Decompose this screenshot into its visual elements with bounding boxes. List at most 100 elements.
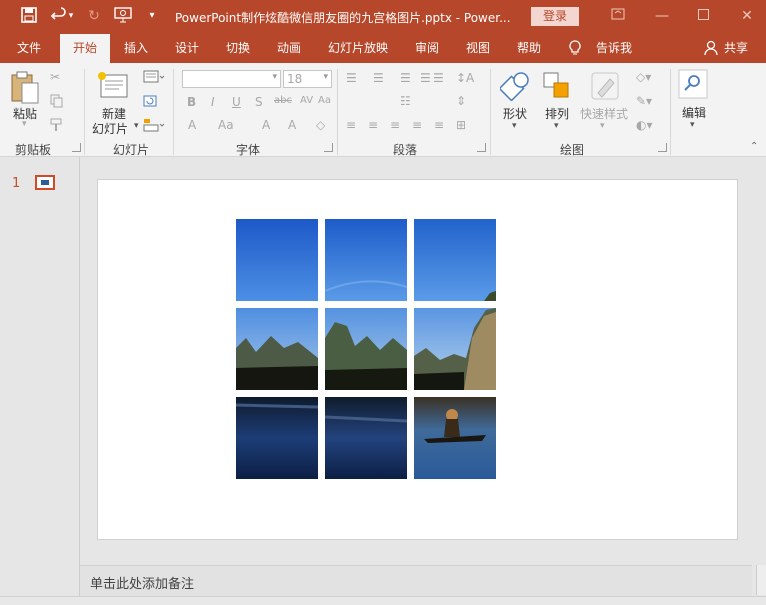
font-color-icon[interactable]: A [188,118,196,132]
arrange-dropdown-icon[interactable]: ▾ [554,121,559,131]
editing-dropdown-icon[interactable]: ▾ [690,120,695,130]
quick-styles-label[interactable]: 快速样式 [580,105,628,122]
shapes-label[interactable]: 形状 [503,105,527,122]
group-divider [670,69,671,155]
increase-indent-icon[interactable]: ☰ [420,71,431,85]
bullets-icon[interactable]: ☰ [346,71,357,85]
section-icon[interactable] [143,118,165,135]
text-shadow-icon[interactable]: S [255,95,263,109]
tab-design[interactable]: 设计 [175,34,199,63]
tab-home[interactable]: 开始 [60,34,111,63]
character-spacing-icon[interactable]: AV [300,95,313,106]
new-slide-icon[interactable] [97,71,129,102]
align-right-icon[interactable]: ≡ [390,118,400,132]
minimize-icon[interactable]: — [652,7,672,25]
grid-image-tile[interactable] [236,219,318,301]
eraser-icon[interactable]: ◇ [316,118,325,132]
tab-file[interactable]: 文件 [17,34,41,63]
thumbnail-image [41,180,49,185]
layout-icon[interactable] [143,70,165,87]
tab-view[interactable]: 视图 [466,34,490,63]
grid-image-tile[interactable] [414,397,496,479]
document-title: PowerPoint制作炫酷微信朋友圈的九宫格图片.pptx - Power..… [175,11,511,25]
quick-styles-dropdown-icon[interactable]: ▾ [600,121,605,131]
strikethrough-icon[interactable]: abc [274,95,292,106]
tab-insert[interactable]: 插入 [124,34,148,63]
ribbon-display-options-icon[interactable] [608,7,628,25]
decrease-font-icon[interactable]: A [262,118,270,132]
font-size-combo[interactable]: 18 ▾ [283,70,332,88]
pane-divider[interactable] [79,157,80,604]
editing-label[interactable]: 编辑 [682,104,706,121]
tab-help[interactable]: 帮助 [517,34,541,63]
customize-qat-icon[interactable]: ▾ [143,7,161,25]
bold-icon[interactable]: B [187,95,196,109]
slide-thumbnail[interactable] [35,175,55,190]
numbering-icon[interactable]: ☰ [373,71,384,85]
line-spacing-icon[interactable]: ☰ [433,71,444,85]
shapes-dropdown-icon[interactable]: ▾ [512,121,517,131]
align-text-icon[interactable]: ⇕ [456,94,466,108]
notes-pane[interactable]: 单击此处添加备注 [80,565,752,596]
close-icon[interactable]: ✕ [737,7,757,25]
shape-outline-icon[interactable]: ✎▾ [636,94,652,108]
maximize-icon[interactable] [693,7,713,25]
paragraph-launcher-icon[interactable] [477,143,486,152]
grid-image-tile[interactable] [414,219,496,301]
justify-icon[interactable]: ≡ [412,118,422,132]
notes-placeholder[interactable]: 单击此处添加备注 [90,573,194,592]
grid-image-tile[interactable] [236,397,318,479]
grid-image-tile[interactable] [236,308,318,390]
arrange-icon[interactable] [542,71,572,104]
find-icon[interactable] [678,69,708,102]
font-name-combo[interactable]: ▾ [182,70,281,88]
clipboard-launcher-icon[interactable] [72,143,81,152]
new-slide-dropdown-icon[interactable]: ▾ [134,121,139,131]
align-center-icon[interactable]: ≡ [368,118,378,132]
reset-icon[interactable] [143,94,159,111]
shape-fill-icon[interactable]: ◇▾ [636,70,651,84]
grid-image-tile[interactable] [325,397,407,479]
new-slide-label-2[interactable]: 幻灯片 [92,120,128,137]
undo-dropdown-icon[interactable]: ▾ [66,7,76,25]
increase-font-icon[interactable]: Aa [218,118,234,132]
decrease-indent-icon[interactable]: ☰ [400,71,411,85]
arrange-label[interactable]: 排列 [545,105,569,122]
underline-icon[interactable]: U [232,95,241,109]
copy-icon[interactable] [50,94,64,111]
tab-transitions[interactable]: 切换 [226,34,250,63]
grid-image-tile[interactable] [325,219,407,301]
clear-formatting-icon[interactable]: A [288,118,296,132]
smartart-icon[interactable]: ⊞ [456,118,466,132]
columns-icon[interactable]: ☷ [400,94,411,108]
tab-animations[interactable]: 动画 [277,34,301,63]
cut-icon[interactable]: ✂ [50,70,60,84]
collapse-ribbon-icon[interactable]: ⌃ [750,141,758,152]
italic-icon[interactable]: I [211,95,215,109]
align-left-icon[interactable]: ≡ [346,118,356,132]
notes-scrollbar[interactable] [756,565,766,595]
paste-icon[interactable] [10,71,40,108]
tab-review[interactable]: 审阅 [415,34,439,63]
save-icon[interactable] [20,7,38,25]
tab-slideshow[interactable]: 幻灯片放映 [328,34,388,63]
tell-me-box[interactable]: 告诉我 [596,34,632,63]
text-direction-icon[interactable]: ↕A [456,71,474,85]
present-from-start-icon[interactable] [114,7,132,25]
paste-dropdown-icon[interactable]: ▾ [22,119,27,129]
login-button[interactable]: 登录 [531,7,579,26]
chevron-down-icon: ▾ [323,72,328,82]
grid-image-tile[interactable] [325,308,407,390]
redo-icon[interactable]: ↻ [85,7,103,25]
drawing-launcher-icon[interactable] [658,143,667,152]
quick-styles-icon[interactable] [590,71,620,104]
distributed-icon[interactable]: ≡ [434,118,444,132]
change-case-icon[interactable]: Aa [318,95,331,106]
slide-canvas[interactable] [97,179,738,540]
share-button[interactable]: 共享 [724,34,748,63]
grid-image-tile[interactable] [414,308,496,390]
format-painter-icon[interactable] [50,118,64,135]
shapes-icon[interactable] [498,71,530,104]
font-launcher-icon[interactable] [324,143,333,152]
shape-effects-icon[interactable]: ◐▾ [636,118,653,132]
